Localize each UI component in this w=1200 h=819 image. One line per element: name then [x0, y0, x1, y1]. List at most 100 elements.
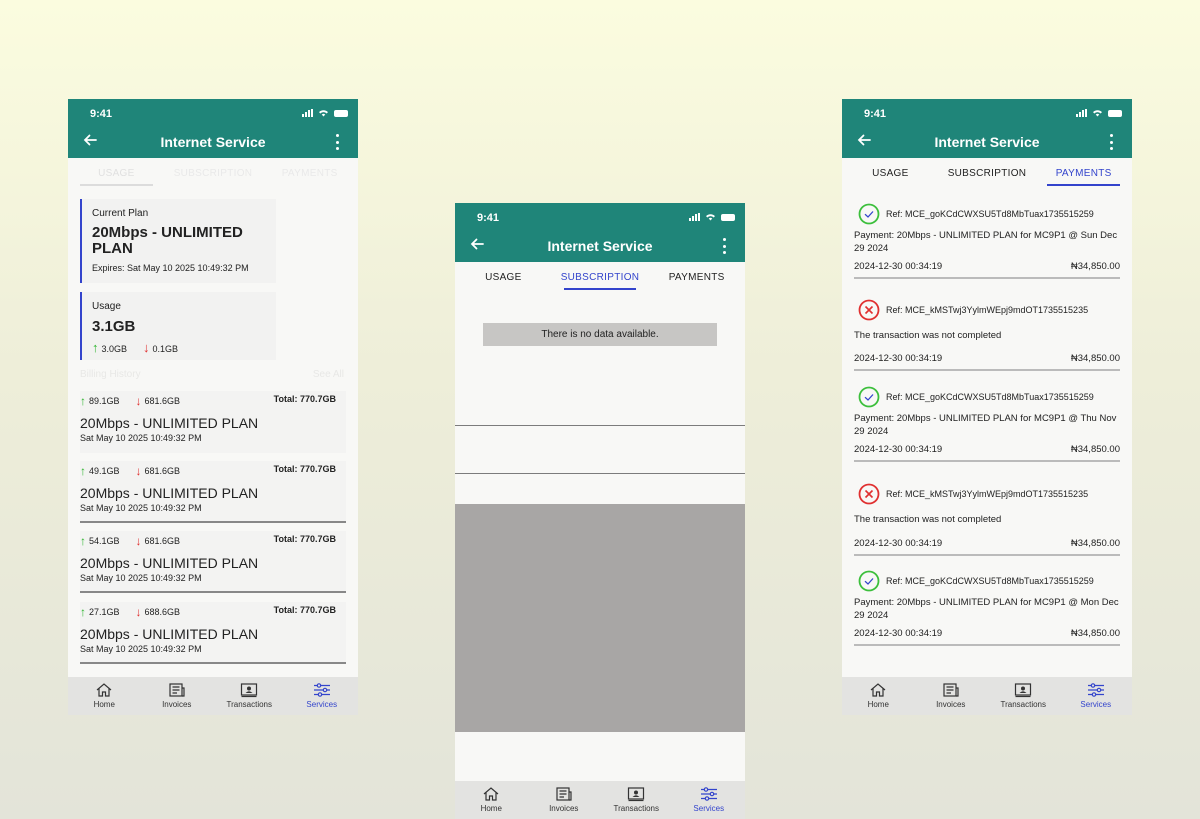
payment-item[interactable]: Ref: MCE_goKCdCWXSU5Td8MbTuax1735515259 …: [854, 386, 1120, 462]
nav-home[interactable]: Home: [455, 781, 528, 819]
bottom-nav: Home Invoices Transactions Services: [68, 677, 358, 715]
billing-upload: 89.1GB: [89, 396, 120, 406]
payment-description: The transaction was not completed: [854, 514, 1002, 525]
billing-download: 681.6GB: [144, 396, 181, 406]
payment-item[interactable]: Ref: MCE_kMSTwj3YylmWEpj9mdOT1735515235 …: [854, 299, 1120, 371]
billing-history-header: Billing History See All: [80, 369, 344, 380]
divider: [455, 425, 745, 426]
billing-upload: 54.1GB: [89, 536, 120, 546]
nav-label: Transactions: [613, 804, 660, 813]
tab-subscription[interactable]: SUBSCRIPTION: [552, 262, 649, 293]
page-title: Internet Service: [547, 238, 653, 254]
current-plan-name: 20Mbps - UNLIMITED PLAN: [92, 224, 243, 257]
divider: [455, 473, 745, 474]
usage-download: 0.1GB: [152, 344, 179, 354]
upload-arrow-icon: ↑: [80, 534, 86, 548]
status-time: 9:41: [864, 108, 887, 120]
nav-transactions[interactable]: Transactions: [987, 677, 1060, 715]
status-icons: [689, 213, 735, 221]
billing-item[interactable]: ↑ 49.1GB ↓ 681.6GB Total: 770.7GB 20Mbps -…: [80, 461, 346, 523]
billing-item[interactable]: ↑ 89.1GB ↓ 681.6GB Total: 770.7GB 20Mbps -…: [80, 391, 346, 453]
home-icon: [96, 683, 112, 697]
nav-services[interactable]: Services: [1060, 677, 1133, 715]
more-menu-icon[interactable]: [1108, 134, 1114, 150]
payment-description: Payment: 20Mbps - UNLIMITED PLAN for MC9…: [854, 413, 1117, 437]
tab-bar: USAGE SUBSCRIPTION PAYMENTS: [68, 158, 358, 189]
empty-content-area: [455, 504, 745, 732]
status-time: 9:41: [477, 212, 500, 224]
billing-item[interactable]: ↑ 54.1GB ↓ 681.6GB Total: 770.7GB 20Mbps -…: [80, 531, 346, 593]
payment-date: 2024-12-30 00:34:19: [854, 444, 943, 455]
more-menu-icon[interactable]: [334, 134, 340, 150]
download-arrow-icon: ↓: [135, 605, 142, 619]
payment-item[interactable]: Ref: MCE_goKCdCWXSU5Td8MbTuax1735515259 …: [854, 570, 1120, 646]
invoices-icon: [556, 787, 572, 801]
download-arrow-icon: ↓: [135, 394, 142, 408]
tab-payments[interactable]: PAYMENTS: [1035, 158, 1132, 189]
usage-label: Usage: [92, 301, 121, 312]
nav-home[interactable]: Home: [68, 677, 141, 715]
billing-date: Sat May 10 2025 10:49:32 PM: [80, 573, 202, 583]
usage-card: Usage 3.1GB ↑ 3.0GB ↓ 0.1GB: [80, 292, 276, 360]
billing-plan: 20Mbps - UNLIMITED PLAN: [80, 485, 259, 501]
payments-screen: 9:41 Internet Service USAGE SUBSCRIPTION…: [842, 99, 1132, 715]
billing-item[interactable]: ↑ 27.1GB ↓ 688.6GB Total: 770.7GB 20Mbps -…: [80, 602, 346, 664]
payment-amount: ₦34,850.00: [1070, 444, 1120, 455]
tab-usage[interactable]: USAGE: [842, 158, 939, 189]
success-check-icon: [858, 570, 880, 592]
nav-home[interactable]: Home: [842, 677, 915, 715]
failed-x-icon: [858, 299, 880, 321]
payment-ref: Ref: MCE_kMSTwj3YylmWEpj9mdOT1735515235: [886, 305, 1089, 315]
billing-total: Total: 770.7GB: [273, 464, 336, 474]
tab-subscription[interactable]: SUBSCRIPTION: [939, 158, 1036, 189]
wifi-icon: [319, 110, 328, 117]
payment-item[interactable]: Ref: MCE_goKCdCWXSU5Td8MbTuax1735515259 …: [854, 203, 1120, 279]
app-bar: 9:41 Internet Service: [842, 99, 1132, 158]
app-bar: 9:41 Internet Service: [455, 203, 745, 262]
signal-icon: [1076, 109, 1087, 117]
nav-label: Invoices: [162, 700, 192, 709]
payment-ref: Ref: MCE_goKCdCWXSU5Td8MbTuax1735515259: [886, 392, 1094, 402]
usage-total: 3.1GB: [92, 318, 136, 335]
tab-bar: USAGE SUBSCRIPTION PAYMENTS: [455, 262, 745, 293]
nav-label: Invoices: [549, 804, 579, 813]
upload-arrow-icon: ↑: [80, 464, 86, 478]
usage-screen: 9:41 Internet Service USAGE SUBSCRIPTION…: [68, 99, 358, 715]
tab-usage[interactable]: USAGE: [68, 158, 165, 189]
transactions-icon: [1015, 683, 1032, 698]
payment-item[interactable]: Ref: MCE_kMSTwj3YylmWEpj9mdOT1735515235 …: [854, 483, 1120, 556]
tab-subscription[interactable]: SUBSCRIPTION: [165, 158, 262, 189]
transactions-icon: [628, 787, 645, 802]
payment-ref: Ref: MCE_kMSTwj3YylmWEpj9mdOT1735515235: [886, 489, 1089, 499]
wifi-icon: [706, 214, 715, 221]
success-check-icon: [858, 203, 880, 225]
nav-label: Transactions: [226, 700, 273, 709]
wifi-icon: [1093, 110, 1102, 117]
plan-expiry: Expires: Sat May 10 2025 10:49:32 PM: [92, 263, 249, 273]
nav-services[interactable]: Services: [673, 781, 746, 819]
more-menu-icon[interactable]: [721, 238, 727, 254]
nav-transactions[interactable]: Transactions: [213, 677, 286, 715]
see-all-link[interactable]: See All: [313, 369, 344, 380]
payment-amount: ₦34,850.00: [1070, 353, 1120, 364]
nav-invoices[interactable]: Invoices: [915, 677, 988, 715]
tab-usage[interactable]: USAGE: [455, 262, 552, 293]
tab-payments[interactable]: PAYMENTS: [648, 262, 745, 293]
success-check-icon: [858, 386, 880, 408]
payment-description: Payment: 20Mbps - UNLIMITED PLAN for MC9…: [854, 597, 1119, 621]
status-icons: [1076, 109, 1122, 117]
transactions-icon: [241, 683, 258, 698]
signal-icon: [302, 109, 313, 117]
nav-invoices[interactable]: Invoices: [528, 781, 601, 819]
nav-invoices[interactable]: Invoices: [141, 677, 214, 715]
billing-total: Total: 770.7GB: [273, 394, 336, 404]
payment-ref: Ref: MCE_goKCdCWXSU5Td8MbTuax1735515259: [886, 576, 1094, 586]
nav-transactions[interactable]: Transactions: [600, 781, 673, 819]
status-time: 9:41: [90, 108, 113, 120]
billing-date: Sat May 10 2025 10:49:32 PM: [80, 503, 202, 513]
nav-label: Home: [867, 700, 889, 709]
payment-date: 2024-12-30 00:34:19: [854, 628, 943, 639]
nav-services[interactable]: Services: [286, 677, 359, 715]
billing-upload: 27.1GB: [89, 607, 120, 617]
tab-payments[interactable]: PAYMENTS: [261, 158, 358, 189]
